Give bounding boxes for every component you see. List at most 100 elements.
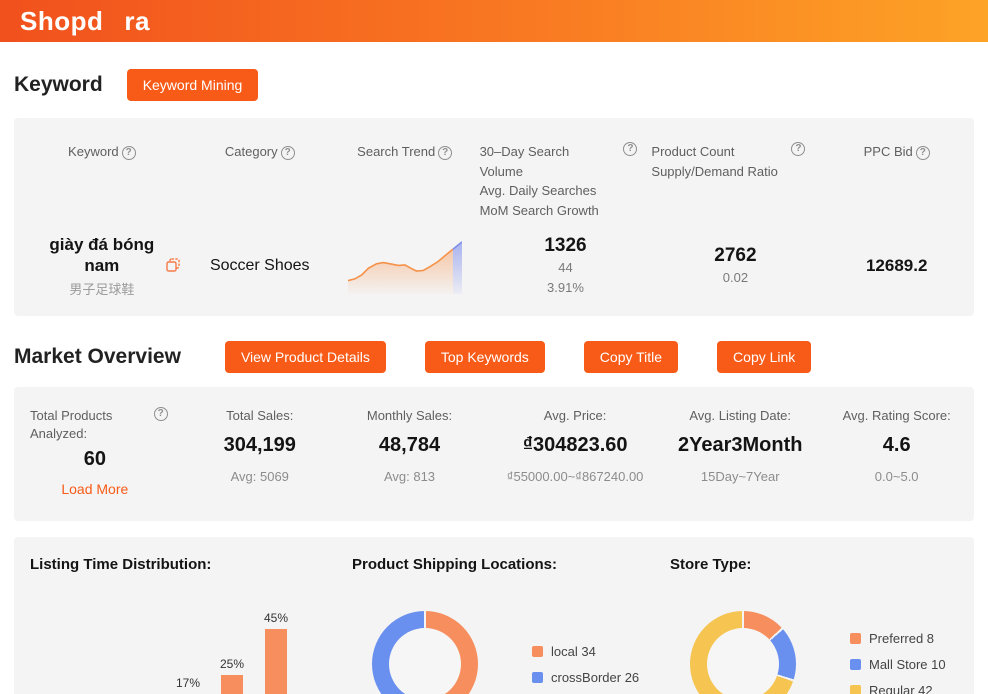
donut-hole: [707, 628, 779, 694]
logo-text-prefix: Shopd: [20, 6, 103, 37]
search-trend-cell: [330, 238, 480, 294]
col-header-search-volume-lines: 30–Day Search Volume Avg. Daily Searches…: [480, 142, 599, 220]
donut-hole: [389, 628, 461, 694]
keyword-table-header: Keyword? Category? Search Trend? 30–Day …: [14, 130, 974, 220]
charts-panel: Listing Time Distribution: 2%8%3%17%25%4…: [14, 537, 974, 694]
bar-value-label: 25%: [220, 657, 244, 671]
search-trend-sparkline: [348, 238, 462, 294]
copy-link-button[interactable]: Copy Link: [717, 341, 811, 373]
market-overview-actions: View Product Details Top Keywords Copy T…: [201, 341, 811, 373]
stat-monthly-sales: Monthly Sales: 48,784 Avg: 813: [330, 407, 489, 498]
col-header-keyword: Keyword?: [14, 130, 190, 162]
col-header-category-label: Category: [225, 144, 278, 159]
product-count-value: 2762: [651, 245, 819, 267]
help-icon[interactable]: ?: [281, 146, 295, 160]
stat-avg-rating: Avg. Rating Score: 4.6 0.0~5.0: [819, 407, 974, 498]
keyword-mining-button[interactable]: Keyword Mining: [127, 69, 259, 101]
help-icon[interactable]: ?: [154, 407, 168, 421]
bar-value-label: 17%: [176, 676, 200, 690]
bar-group: 17%: [166, 676, 210, 694]
help-icon[interactable]: ?: [122, 146, 136, 160]
stat-value: 48,784: [330, 434, 489, 457]
stat-label: Avg. Listing Date:: [661, 407, 819, 426]
legend-swatch: [850, 685, 861, 694]
legend-label: crossBorder 26: [551, 670, 639, 685]
col-header-ppc-bid: PPC Bid?: [819, 130, 974, 162]
stat-sub: Avg: 5069: [190, 469, 330, 484]
keyword-cell: giày đá bóng nam 男子足球鞋: [14, 234, 190, 298]
bar[interactable]: [221, 675, 243, 694]
col-header-product-count-lines: Product Count Supply/Demand Ratio: [651, 142, 777, 181]
bar[interactable]: [265, 629, 287, 694]
search-volume-value: 1326: [480, 235, 652, 257]
legend-swatch: [850, 633, 861, 644]
copy-title-button[interactable]: Copy Title: [584, 341, 678, 373]
legend-item[interactable]: Preferred 8: [850, 631, 946, 646]
view-product-details-button[interactable]: View Product Details: [225, 341, 386, 373]
store-type-section: Store Type: Preferred 8 Mall Store 10 Regu…: [670, 556, 954, 694]
keyword-text: giày đá bóng nam: [40, 234, 164, 277]
legend-item[interactable]: local 34: [532, 644, 639, 659]
stat-total-products: Total Products Analyzed:? 60 Load More: [14, 407, 190, 498]
stat-value: 2Year3Month: [661, 434, 819, 457]
col-header-product-count: Product Count Supply/Demand Ratio ?: [651, 130, 819, 181]
keyword-translation: 男子足球鞋: [40, 279, 164, 298]
col-header-category: Category?: [190, 130, 330, 162]
col-header-search-trend: Search Trend?: [330, 130, 480, 162]
keyword-section-title: Keyword: [14, 73, 103, 97]
logo-text-suffix: ra: [124, 6, 150, 37]
store-type-donut: [690, 611, 796, 694]
stat-value: 60: [30, 448, 160, 471]
col-header-keyword-label: Keyword: [68, 144, 119, 159]
legend-item[interactable]: crossBorder 26: [532, 670, 639, 685]
top-keywords-button[interactable]: Top Keywords: [425, 341, 545, 373]
help-icon[interactable]: ?: [916, 146, 930, 160]
stat-sub: 15Day~7Year: [661, 469, 819, 484]
bar-group: 45%: [254, 611, 298, 694]
stat-total-sales: Total Sales: 304,199 Avg: 5069: [190, 407, 330, 498]
legend-swatch: [850, 659, 861, 670]
shipping-legend: local 34 crossBorder 26: [532, 633, 639, 694]
copy-icon[interactable]: [166, 258, 180, 272]
stat-sub: ₫55000.00~₫867240.00: [489, 469, 661, 484]
shipping-locations-section: Product Shipping Locations: local 34cros…: [352, 556, 670, 694]
sparkline-area-recent: [453, 242, 462, 294]
col-header-search-trend-label: Search Trend: [357, 144, 435, 159]
col-header-ppc-bid-label: PPC Bid: [864, 144, 913, 159]
category-cell: Soccer Shoes: [190, 257, 330, 275]
table-row: giày đá bóng nam 男子足球鞋 Soccer Shoes: [14, 234, 974, 298]
stat-avg-price: Avg. Price: ₫304823.60 ₫55000.00~₫867240…: [489, 407, 661, 498]
col-header-search-volume: 30–Day Search Volume Avg. Daily Searches…: [480, 130, 652, 220]
stat-sub: 0.0~5.0: [819, 469, 974, 484]
stat-label: Total Sales:: [190, 407, 330, 426]
sparkline-area-historical: [348, 249, 453, 294]
help-icon[interactable]: ?: [438, 146, 452, 160]
stat-value: 4.6: [819, 434, 974, 457]
bar-value-label: 45%: [264, 611, 288, 625]
legend-label: local 34: [551, 644, 596, 659]
help-icon[interactable]: ?: [623, 142, 637, 156]
stat-avg-listing-date: Avg. Listing Date: 2Year3Month 15Day~7Ye…: [661, 407, 819, 498]
ppc-bid-cell: 12689.2: [819, 256, 974, 276]
listing-time-section: Listing Time Distribution: 2%8%3%17%25%4…: [30, 556, 352, 694]
market-stats-bar: Total Products Analyzed:? 60 Load More T…: [14, 387, 974, 522]
legend-item[interactable]: Regular 42: [850, 683, 946, 694]
listing-time-title: Listing Time Distribution:: [30, 556, 352, 573]
legend-swatch: [532, 646, 543, 657]
load-more-link[interactable]: Load More: [30, 481, 160, 497]
bar-group: 25%: [210, 657, 254, 694]
legend-swatch: [532, 672, 543, 683]
listing-time-bars: 2%8%3%17%25%45%: [30, 583, 302, 694]
stat-value: 304,199: [190, 434, 330, 457]
shopdora-logo[interactable]: Shopdra: [20, 6, 150, 37]
stat-value: ₫304823.60: [489, 434, 661, 457]
help-icon[interactable]: ?: [791, 142, 805, 156]
stat-label: Total Products Analyzed:: [30, 407, 140, 445]
store-type-title: Store Type:: [670, 556, 954, 573]
legend-item[interactable]: Mall Store 10: [850, 657, 946, 672]
stat-label: Monthly Sales:: [330, 407, 489, 426]
mom-growth-value: 3.91%: [480, 279, 652, 297]
legend-label: Preferred 8: [869, 631, 934, 646]
stat-label: Avg. Price:: [489, 407, 661, 426]
supply-demand-ratio-value: 0.02: [651, 269, 819, 287]
